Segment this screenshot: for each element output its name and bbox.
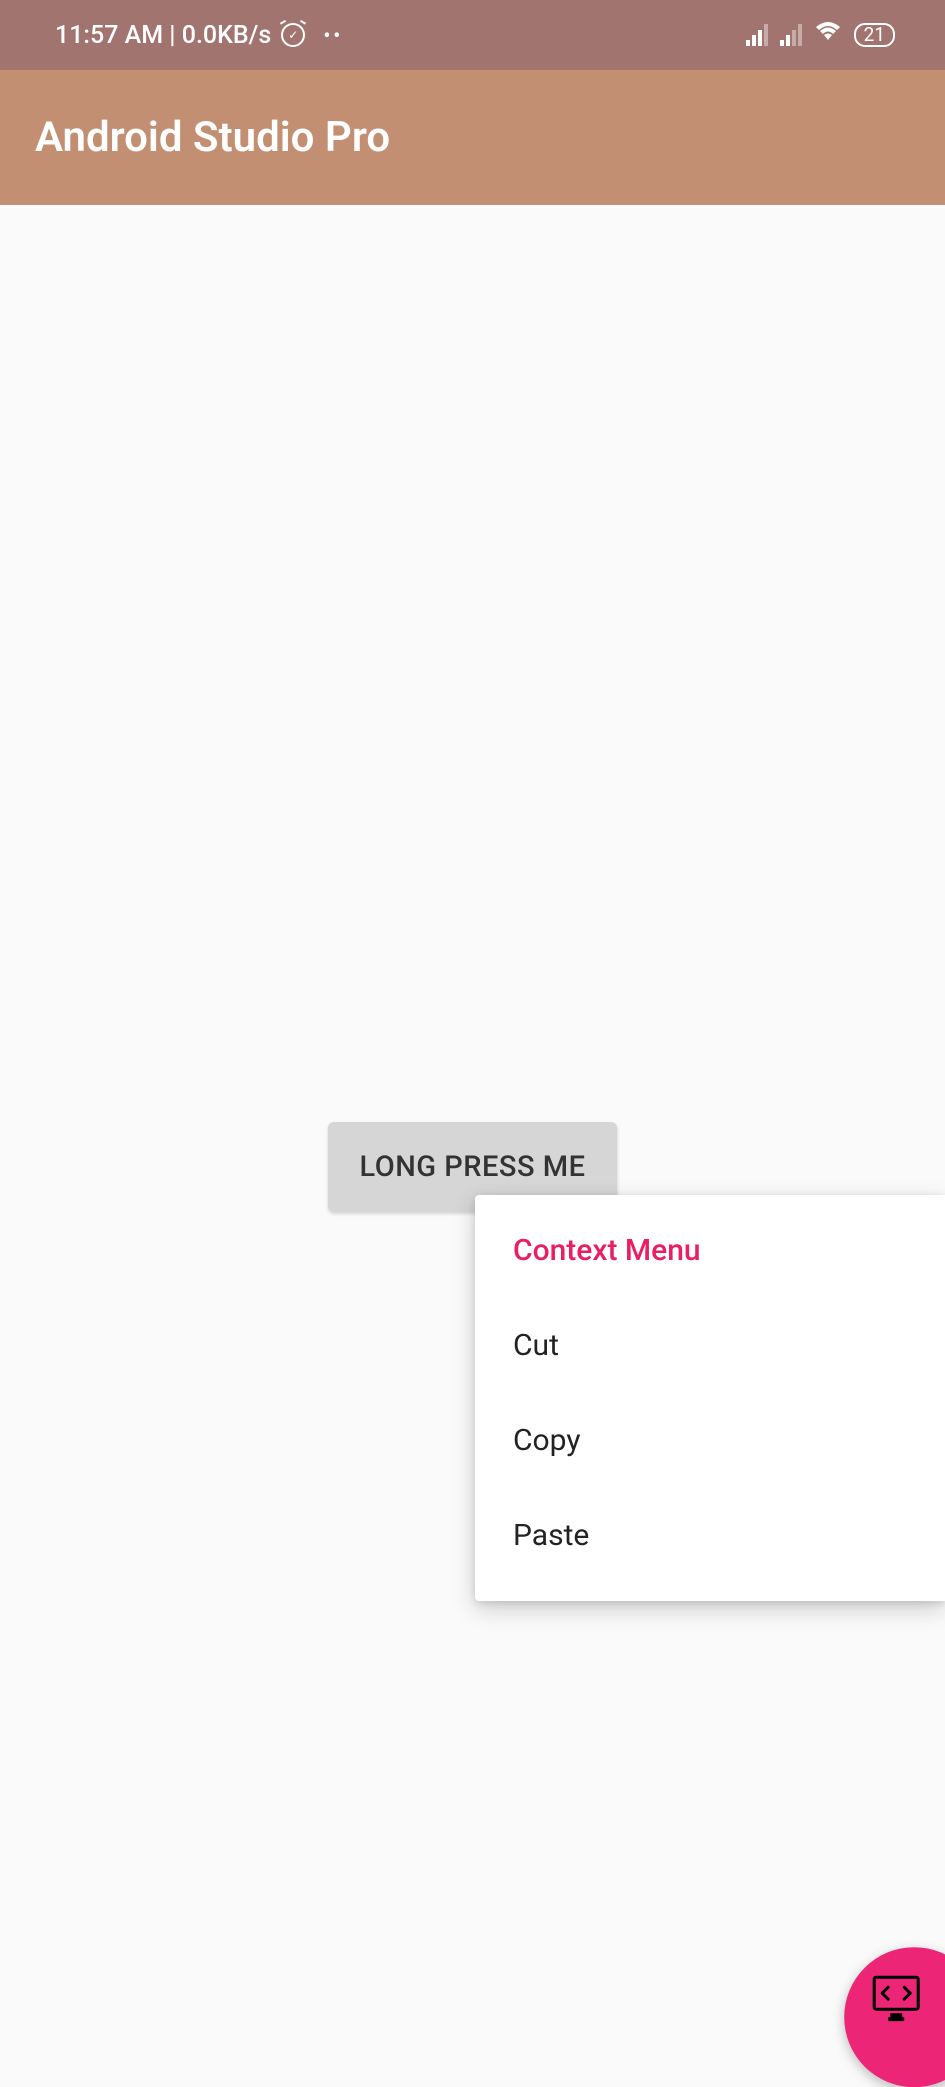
more-dots-icon: •• <box>323 23 343 47</box>
fab-button[interactable] <box>844 1947 945 2087</box>
status-left: 11:57 AM | 0.0KB/s ✓ •• <box>55 21 343 50</box>
status-right: 21 <box>746 20 895 51</box>
menu-item-cut[interactable]: Cut <box>475 1298 945 1393</box>
context-menu: Context Menu Cut Copy Paste <box>475 1195 945 1601</box>
app-title: Android Studio Pro <box>35 113 390 162</box>
signal-icon-1 <box>746 24 768 46</box>
wifi-icon <box>814 20 842 51</box>
status-bar: 11:57 AM | 0.0KB/s ✓ •• 21 <box>0 0 945 70</box>
menu-item-copy[interactable]: Copy <box>475 1393 945 1488</box>
menu-item-paste[interactable]: Paste <box>475 1488 945 1583</box>
content-area: LONG PRESS ME Context Menu Cut Copy Past… <box>0 205 945 2048</box>
battery-indicator: 21 <box>854 23 895 47</box>
context-menu-title: Context Menu <box>475 1215 945 1298</box>
app-bar: Android Studio Pro <box>0 70 945 205</box>
code-monitor-icon <box>870 1973 922 2025</box>
alarm-icon: ✓ <box>281 23 305 47</box>
signal-icon-2 <box>780 24 802 46</box>
status-time: 11:57 AM | 0.0KB/s <box>55 21 271 50</box>
